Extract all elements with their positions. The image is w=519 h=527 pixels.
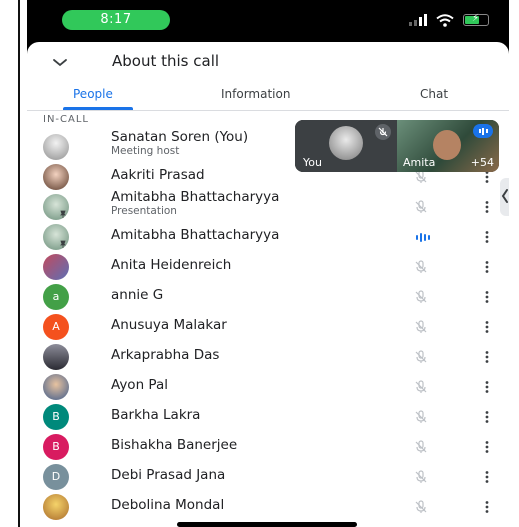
participant-name: annie G xyxy=(111,287,164,303)
avatar xyxy=(43,134,69,160)
self-avatar xyxy=(329,126,363,160)
more-options-icon[interactable] xyxy=(484,349,490,365)
participant-name: Amitabha Bhattacharyya xyxy=(111,227,280,243)
video-preview[interactable]: You Amita +54 xyxy=(295,120,499,172)
speaker-face xyxy=(433,130,461,160)
mic-off-icon[interactable] xyxy=(413,379,429,395)
more-options-icon[interactable] xyxy=(484,469,490,485)
more-options-icon[interactable] xyxy=(484,259,490,275)
participant-name: Ayon Pal xyxy=(111,377,168,393)
status-time[interactable]: 8:17 xyxy=(62,10,170,30)
mic-off-icon[interactable] xyxy=(413,349,429,365)
speaking-icon xyxy=(416,232,430,242)
mic-off-icon[interactable] xyxy=(413,199,429,215)
tab-information[interactable]: Information xyxy=(221,87,290,101)
avatar xyxy=(43,494,69,520)
speaker-label: Amita xyxy=(403,156,436,169)
mic-off-icon[interactable] xyxy=(413,259,429,275)
active-tab-indicator xyxy=(63,107,133,110)
status-bar: 8:17 ⚡ xyxy=(27,0,509,38)
more-options-icon[interactable] xyxy=(484,229,490,245)
participant-name: Amitabha Bhattacharyya xyxy=(111,189,280,205)
participant-name: Arkaprabha Das xyxy=(111,347,220,363)
mic-off-icon[interactable] xyxy=(413,499,429,515)
participant-row[interactable]: B Barkha Lakra xyxy=(27,402,509,432)
about-call-sheet: About this call People Information Chat … xyxy=(27,42,509,527)
mic-off-icon[interactable] xyxy=(413,409,429,425)
avatar: B xyxy=(43,434,69,460)
participant-row[interactable]: Amitabha Bhattacharyya xyxy=(27,222,509,252)
participant-row[interactable]: A Anusuya Malakar xyxy=(27,312,509,342)
cellular-signal-icon xyxy=(409,14,427,26)
more-options-icon[interactable] xyxy=(484,439,490,455)
participant-name: Anita Heidenreich xyxy=(111,257,232,273)
participant-name: Debi Prasad Jana xyxy=(111,467,226,483)
participant-name: Bishakha Banerjee xyxy=(111,437,238,453)
speaker-video-tile[interactable]: Amita +54 xyxy=(397,120,499,172)
pin-icon xyxy=(60,210,66,218)
avatar: A xyxy=(43,314,69,340)
self-video-tile[interactable]: You xyxy=(295,120,397,172)
wifi-icon xyxy=(436,13,454,27)
screenshot-frame: 8:17 ⚡ About this call People Informatio… xyxy=(0,0,519,527)
avatar: B xyxy=(43,404,69,430)
avatar xyxy=(43,344,69,370)
participant-name: Barkha Lakra xyxy=(111,407,201,423)
participant-row[interactable]: a annie G xyxy=(27,282,509,312)
battery-icon: ⚡ xyxy=(463,13,489,26)
participant-row[interactable]: Anita Heidenreich xyxy=(27,252,509,282)
more-options-icon[interactable] xyxy=(484,379,490,395)
participant-row[interactable]: Ayon Pal xyxy=(27,372,509,402)
sheet-title: About this call xyxy=(112,52,220,70)
self-label: You xyxy=(303,156,322,169)
participant-row[interactable]: Debolina Mondal xyxy=(27,492,509,522)
others-count: +54 xyxy=(470,156,494,169)
speaking-indicator-icon xyxy=(473,124,493,138)
participant-name: Sanatan Soren (You) xyxy=(111,129,249,145)
participant-role: Presentation xyxy=(111,205,177,217)
more-options-icon[interactable] xyxy=(484,409,490,425)
mic-off-icon[interactable] xyxy=(413,469,429,485)
tab-bar: People Information Chat xyxy=(27,82,509,111)
more-options-icon[interactable] xyxy=(484,319,490,335)
mic-off-icon[interactable] xyxy=(413,289,429,305)
tab-chat[interactable]: Chat xyxy=(420,87,448,101)
participant-row[interactable]: B Bishakha Banerjee xyxy=(27,432,509,462)
status-icons: ⚡ xyxy=(409,12,489,28)
more-options-icon[interactable] xyxy=(484,499,490,515)
chevron-down-icon[interactable] xyxy=(51,54,69,72)
participant-row[interactable]: D Debi Prasad Jana xyxy=(27,462,509,492)
avatar xyxy=(43,164,69,190)
sheet-header: About this call xyxy=(27,42,509,82)
avatar: D xyxy=(43,464,69,490)
self-muted-icon xyxy=(375,124,391,140)
mic-off-icon[interactable] xyxy=(413,439,429,455)
left-margin xyxy=(0,0,27,527)
avatar: a xyxy=(43,284,69,310)
section-label-in-call: IN-CALL xyxy=(43,114,90,125)
participant-name: Anusuya Malakar xyxy=(111,317,227,333)
avatar xyxy=(43,254,69,280)
participant-row[interactable]: Arkaprabha Das xyxy=(27,342,509,372)
more-options-icon[interactable] xyxy=(484,199,490,215)
participant-name: Aakriti Prasad xyxy=(111,167,205,183)
participant-name: Debolina Mondal xyxy=(111,497,225,513)
tab-people[interactable]: People xyxy=(73,87,113,101)
participant-row[interactable]: Amitabha Bhattacharyya Presentation xyxy=(27,189,509,222)
phone-screen: 8:17 ⚡ About this call People Informatio… xyxy=(27,0,509,527)
avatar xyxy=(43,374,69,400)
mic-off-icon[interactable] xyxy=(413,319,429,335)
pin-icon xyxy=(60,240,66,248)
chevron-left-icon[interactable] xyxy=(501,188,509,204)
more-options-icon[interactable] xyxy=(484,289,490,305)
participant-role: Meeting host xyxy=(111,145,180,157)
home-indicator xyxy=(177,522,357,527)
right-margin xyxy=(509,0,519,527)
